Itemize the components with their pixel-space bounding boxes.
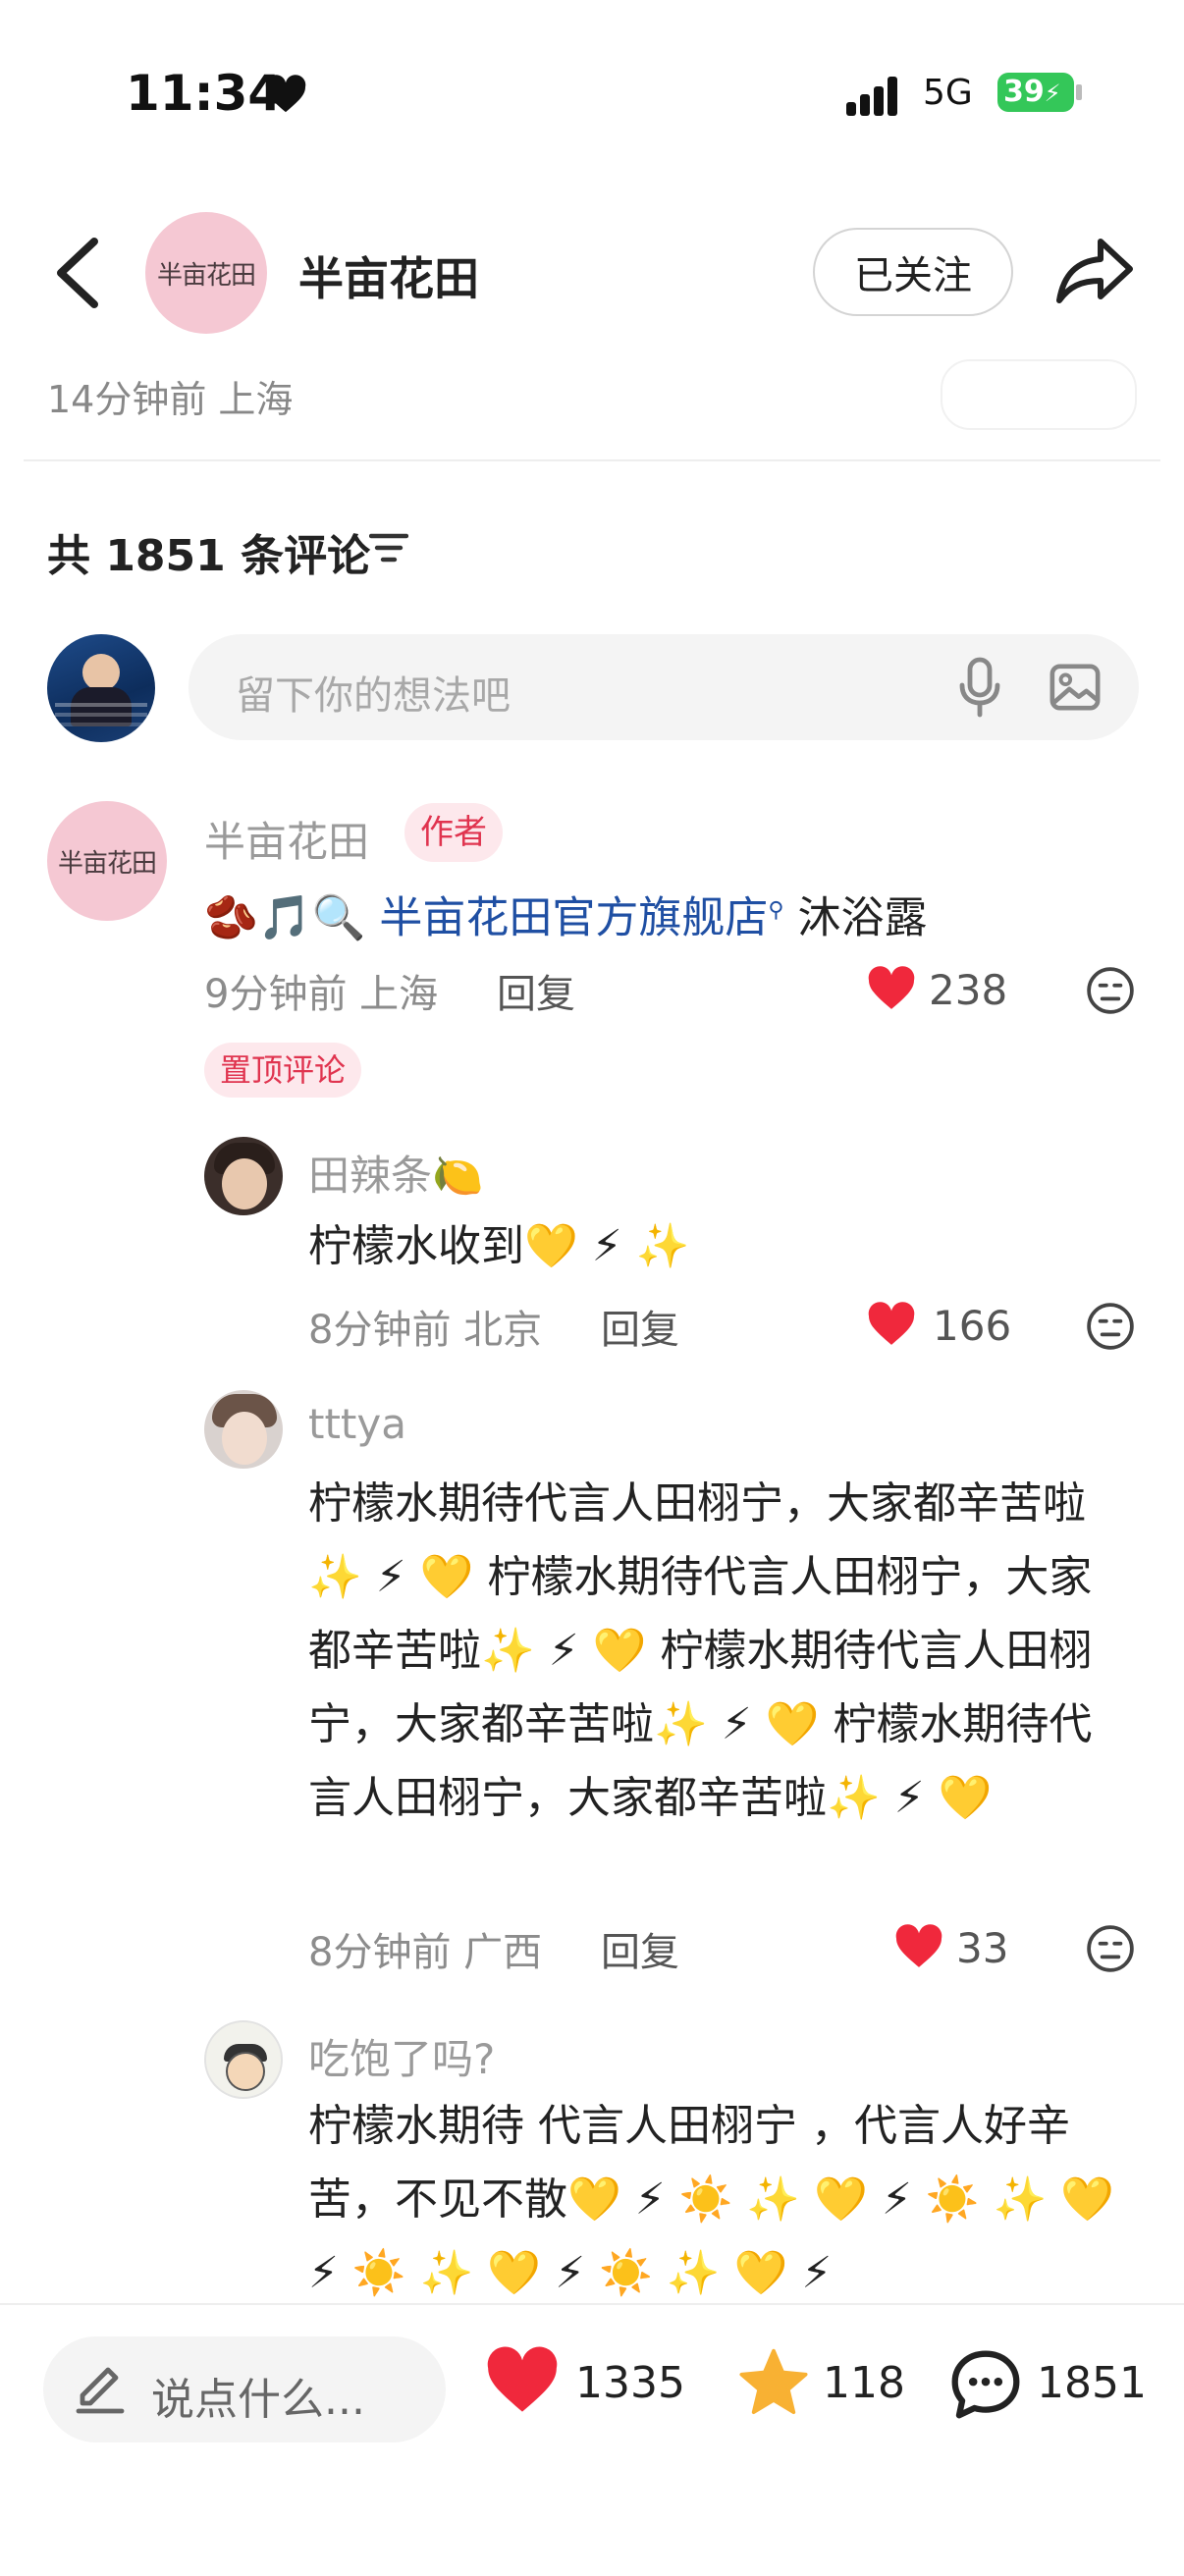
author-name[interactable]: 半亩花田 [298,243,479,308]
post-like-count: 1335 [575,2358,685,2408]
comment-time-location: 9分钟前 上海 [204,972,439,1017]
comments-total: 共 1851 条评论 [47,531,371,581]
comment-author-name[interactable]: 田辣条🍋 [308,1143,483,1203]
signal-icon [846,77,909,116]
comment-avatar[interactable]: 半亩花田 [47,801,167,921]
post-comment-count: 1851 [1037,2358,1147,2408]
image-icon[interactable] [1049,662,1102,713]
faded-button [941,359,1137,430]
my-avatar[interactable] [47,634,155,742]
back-icon[interactable] [51,236,100,310]
sort-icon[interactable] [369,530,408,565]
like-icon[interactable] [866,1302,917,1347]
comment-time-location: 8分钟前 广西 [308,1930,543,1975]
comment-avatar[interactable] [204,2020,283,2099]
dislike-face-icon[interactable] [1086,966,1135,1015]
comment-text: 柠檬水收到💛 ⚡ ✨ [308,1221,690,1271]
divider [24,459,1160,461]
comment-text: 🫘🎵🔍 半亩花田官方旗舰店⚲ 沐浴露 [204,874,1088,955]
share-icon[interactable] [1054,236,1135,306]
like-count: 238 [929,966,1008,1014]
comment-input-placeholder: 留下你的想法吧 [236,673,511,719]
comment-emoji: 🫘🎵🔍 [204,892,366,943]
post-star-count: 118 [823,2358,905,2408]
post-time-location: 14分钟前 上海 [47,378,294,421]
battery-cap [1076,84,1082,100]
pen-icon [76,2367,125,2414]
reply-button[interactable]: 回复 [601,1920,679,1977]
battery-level: 39 [1003,75,1045,109]
comment-link-suffix: 沐浴露 [783,892,928,943]
store-link[interactable]: 半亩花田官方旗舰店 [379,893,768,943]
reply-button[interactable]: 回复 [497,962,575,1019]
say-something-input[interactable]: 说点什么... [43,2336,446,2442]
author-badge: 作者 [404,803,503,862]
say-something-placeholder: 说点什么... [151,2375,365,2425]
comment-author-name[interactable]: 半亩花田 [204,809,369,869]
like-icon[interactable] [893,1924,944,1969]
comment-bubble-icon[interactable] [948,2348,1023,2421]
author-avatar[interactable]: 半亩花田 [145,212,267,334]
star-icon[interactable] [736,2346,811,2419]
follow-button[interactable]: 已关注 [813,228,1013,316]
search-small-icon: ⚲ [768,898,784,923]
author-avatar-logo: 半亩花田 [156,260,256,291]
comment-avatar[interactable] [204,1390,283,1469]
microphone-icon[interactable] [956,656,1003,719]
author-avatar-logo: 半亩花田 [57,848,157,879]
like-icon[interactable] [866,966,917,1011]
like-post-icon[interactable] [485,2346,560,2415]
network-label: 5G [923,73,973,113]
comment-author-name[interactable]: 吃饱了吗? [308,2026,495,2086]
dislike-face-icon[interactable] [1086,1302,1135,1351]
comment-time-location: 8分钟前 北京 [308,1308,543,1353]
status-time: 11:34 [126,65,283,122]
like-count: 166 [933,1302,1012,1350]
like-count: 33 [956,1924,1009,1972]
comment-text: 柠檬水期待代言人田栩宁，大家都辛苦啦✨ ⚡ 💛 柠檬水期待代言人田栩宁，大家都辛… [308,1478,1093,1823]
comment-avatar[interactable] [204,1137,283,1215]
dislike-face-icon[interactable] [1086,1924,1135,1973]
reply-button[interactable]: 回复 [601,1298,679,1355]
comment-text: 柠檬水期待 代言人田栩宁 ，代言人好辛苦，不见不散💛 ⚡ ☀️ ✨ 💛 ⚡ ☀️… [308,2101,1115,2298]
battery-icon: 39⚡ [997,73,1074,112]
pinned-badge: 置顶评论 [204,1043,362,1098]
comment-author-name[interactable]: tttya [308,1400,406,1448]
heart-status-icon [265,75,306,113]
